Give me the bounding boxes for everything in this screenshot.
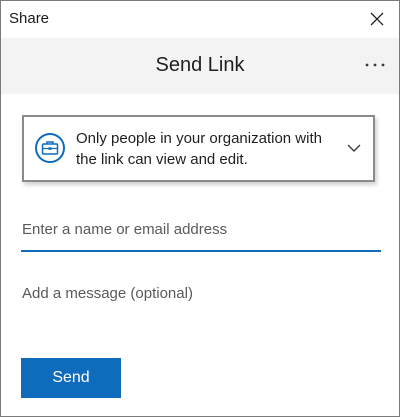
send-button[interactable]: Send — [21, 358, 121, 398]
briefcase-icon — [41, 141, 59, 155]
page-title: Send Link — [155, 54, 245, 76]
close-icon — [370, 12, 384, 26]
permission-icon-badge — [35, 133, 65, 163]
close-button[interactable] — [361, 5, 393, 33]
title-bar: Share — [1, 1, 399, 38]
permission-dropdown[interactable]: Only people in your organization with th… — [22, 115, 375, 182]
more-options-icon — [365, 63, 385, 67]
chevron-down-icon — [347, 144, 361, 152]
more-options-button[interactable] — [361, 52, 389, 78]
share-dialog: Share Send Link Only people in your orga… — [0, 0, 400, 417]
header: Send Link — [1, 38, 399, 94]
message-field[interactable] — [21, 281, 381, 331]
permission-description: Only people in your organization with th… — [76, 130, 322, 168]
recipient-input[interactable] — [21, 215, 381, 252]
window-title: Share — [9, 10, 50, 27]
